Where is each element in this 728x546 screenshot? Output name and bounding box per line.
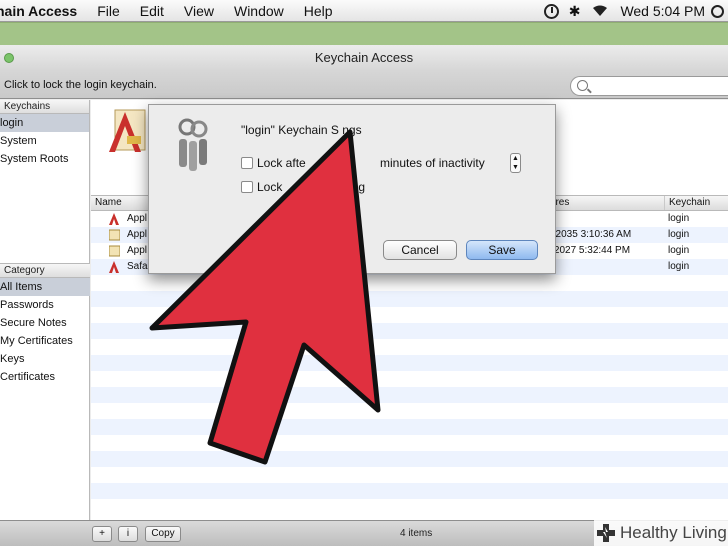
category-item-passwords[interactable]: Passwords (0, 296, 90, 314)
row-keychain: login (668, 245, 690, 256)
row-name: Appl (127, 213, 148, 224)
row-name: Appl (127, 229, 148, 240)
certificate-icon (109, 245, 120, 257)
window-toolbar: Click to lock the login keychain. (0, 71, 728, 99)
watermark: Healthy Living (594, 520, 728, 546)
menu-clock[interactable]: Wed 5:04 PM (620, 3, 705, 19)
item-count: 4 items (400, 528, 433, 539)
keychain-settings-sheet: "login" Keychain S ngs Lock afte ▲ ▼ minu… (148, 104, 556, 274)
get-info-button[interactable]: i (118, 526, 138, 542)
row-keychain: login (668, 229, 690, 240)
certificate-icon (109, 261, 119, 273)
table-row (91, 307, 728, 323)
category-item-all-items[interactable]: All Items (0, 278, 90, 296)
sidebar-item-login[interactable]: login (0, 114, 89, 132)
row-keychain: login (668, 213, 690, 224)
table-row (91, 323, 728, 339)
sidebar: Keychains login System System Roots Cate… (0, 100, 90, 520)
lock-when-sleeping-checkbox[interactable] (241, 181, 253, 193)
add-item-button[interactable]: + (92, 526, 112, 542)
lock-hint-text[interactable]: Click to lock the login keychain. (4, 79, 157, 91)
menu-file[interactable]: File (97, 3, 120, 19)
wifi-icon[interactable] (592, 5, 608, 17)
sidebar-item-system-roots[interactable]: System Roots (0, 150, 89, 168)
menu-extras: ✱ Wed 5:04 PM (543, 0, 728, 22)
menu-edit[interactable]: Edit (140, 3, 164, 19)
table-row (91, 291, 728, 307)
certificate-icon (109, 213, 119, 225)
desktop-background (0, 23, 728, 45)
column-keychain[interactable]: Keychain (664, 196, 710, 210)
table-row (91, 499, 728, 515)
table-row (91, 467, 728, 483)
watermark-text: Healthy Living (620, 523, 727, 542)
window-titlebar[interactable]: Keychain Access (0, 45, 728, 71)
table-row (91, 355, 728, 371)
category-header: Category (0, 264, 90, 278)
health-cross-icon (597, 524, 615, 542)
category-item-keys[interactable]: Keys (0, 350, 90, 368)
certificate-icon (109, 229, 120, 241)
menu-window[interactable]: Window (234, 3, 284, 19)
keychains-header: Keychains (0, 100, 89, 114)
row-keychain: login (668, 261, 690, 272)
table-row (91, 419, 728, 435)
copy-button[interactable]: Copy (145, 526, 181, 542)
zoom-button-icon[interactable] (4, 53, 14, 63)
row-name: Appl (127, 245, 148, 256)
table-row (91, 275, 728, 291)
menu-app-name[interactable]: hain Access (0, 3, 77, 19)
search-icon (577, 80, 588, 91)
bluetooth-icon[interactable]: ✱ (569, 3, 581, 20)
spotlight-icon[interactable] (711, 4, 724, 18)
window-title: Keychain Access (314, 50, 414, 65)
table-row (91, 483, 728, 499)
search-input[interactable] (570, 76, 728, 96)
column-name[interactable]: Name (91, 196, 122, 210)
category-item-my-certificates[interactable]: My Certificates (0, 332, 90, 350)
table-row (91, 435, 728, 451)
table-row (91, 451, 728, 467)
menu-bar: hain Access File Edit View Window Help ✱… (0, 0, 728, 22)
menu-view[interactable]: View (184, 3, 214, 19)
time-machine-icon[interactable] (543, 3, 559, 19)
table-row (91, 403, 728, 419)
minutes-of-inactivity-label: minutes of inactivity (380, 156, 485, 170)
table-row (91, 387, 728, 403)
category-item-certificates[interactable]: Certificates (0, 368, 90, 386)
category-section: Category All Items Passwords Secure Note… (0, 263, 90, 386)
row-name: Safa (127, 261, 148, 272)
sheet-title: "login" Keychain S ngs (241, 123, 362, 137)
menu-help[interactable]: Help (304, 3, 333, 19)
save-button[interactable]: Save (466, 240, 538, 260)
category-item-secure-notes[interactable]: Secure Notes (0, 314, 90, 332)
sidebar-item-system[interactable]: System (0, 132, 89, 150)
lock-after-checkbox[interactable] (241, 157, 253, 169)
lock-when-sleeping-label-end: ing (349, 180, 366, 194)
table-row (91, 371, 728, 387)
lock-when-sleeping-label: Lock (257, 180, 283, 194)
minutes-stepper[interactable]: ▲ ▼ (510, 153, 521, 173)
table-row (91, 339, 728, 355)
lock-after-label: Lock afte (257, 156, 306, 170)
certificate-icon (109, 109, 146, 152)
cancel-button[interactable]: Cancel (383, 240, 457, 260)
keys-icon (178, 118, 208, 171)
